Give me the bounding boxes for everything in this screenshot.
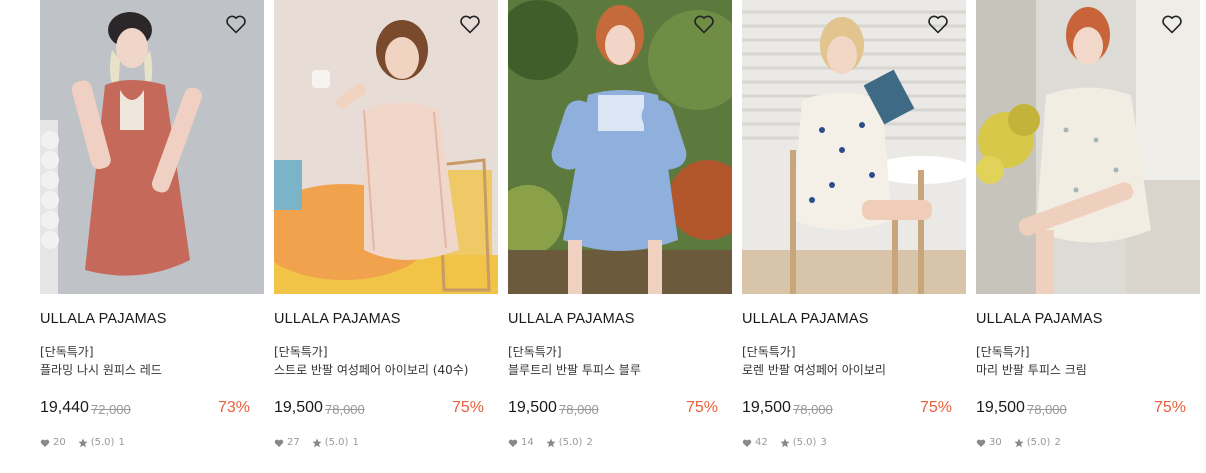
sale-price: 19,500 bbox=[274, 399, 323, 416]
product-card[interactable]: ULLALA PAJAMAS [단독특가] 로렌 반팔 여성페어 아이보리 19… bbox=[742, 0, 966, 473]
promo-tag: [단독특가] bbox=[508, 345, 562, 359]
brand-name[interactable]: ULLALA PAJAMAS bbox=[742, 311, 869, 327]
product-stats: 42 (5.0) 3 bbox=[742, 437, 827, 448]
rating-score: (5.0) bbox=[324, 437, 349, 448]
rating-score: (5.0) bbox=[1026, 437, 1051, 448]
product-card[interactable]: ULLALA PAJAMAS [단독특가] 스트로 반팔 여성페어 아이보리 (… bbox=[274, 0, 498, 473]
like-count: 20 bbox=[53, 437, 66, 448]
promo-tag: [단독특가] bbox=[274, 345, 328, 359]
heart-icon bbox=[742, 438, 752, 448]
review-count: 1 bbox=[352, 437, 359, 448]
product-photo bbox=[274, 0, 498, 294]
original-price: 78,000 bbox=[1027, 402, 1067, 417]
product-stats: 27 (5.0) 1 bbox=[274, 437, 359, 448]
wishlist-button[interactable] bbox=[458, 12, 482, 36]
original-price: 78,000 bbox=[559, 402, 599, 417]
heart-icon bbox=[274, 438, 284, 448]
product-image[interactable] bbox=[976, 0, 1200, 294]
brand-name[interactable]: ULLALA PAJAMAS bbox=[274, 311, 401, 327]
heart-outline-icon bbox=[1162, 15, 1182, 34]
promo-tag: [단독특가] bbox=[40, 345, 94, 359]
sale-price: 19,500 bbox=[508, 399, 557, 416]
heart-icon bbox=[508, 438, 518, 448]
brand-name[interactable]: ULLALA PAJAMAS bbox=[508, 311, 635, 327]
review-count: 3 bbox=[820, 437, 827, 448]
original-price: 78,000 bbox=[325, 402, 365, 417]
discount-rate: 73% bbox=[217, 399, 250, 416]
star-icon bbox=[546, 438, 556, 448]
product-card[interactable]: ULLALA PAJAMAS [단독특가] 블루트리 반팔 투피스 블루 19,… bbox=[508, 0, 732, 473]
rating-score: (5.0) bbox=[90, 437, 115, 448]
brand-name[interactable]: ULLALA PAJAMAS bbox=[976, 311, 1103, 327]
product-photo bbox=[508, 0, 732, 294]
review-count: 1 bbox=[118, 437, 125, 448]
review-count: 2 bbox=[1054, 437, 1061, 448]
discount-rate: 75% bbox=[685, 399, 718, 416]
product-grid: ULLALA PAJAMAS [단독특가] 플라밍 나시 원피스 레드 19,4… bbox=[0, 0, 1206, 473]
sale-price: 19,440 bbox=[40, 399, 89, 416]
original-price: 78,000 bbox=[793, 402, 833, 417]
like-count: 42 bbox=[755, 437, 768, 448]
product-image[interactable] bbox=[742, 0, 966, 294]
star-icon bbox=[78, 438, 88, 448]
product-name[interactable]: 마리 반팔 투피스 크림 bbox=[976, 361, 1087, 378]
product-card[interactable]: ULLALA PAJAMAS [단독특가] 플라밍 나시 원피스 레드 19,4… bbox=[40, 0, 264, 473]
sale-price: 19,500 bbox=[976, 399, 1025, 416]
product-stats: 14 (5.0) 2 bbox=[508, 437, 593, 448]
star-icon bbox=[780, 438, 790, 448]
star-icon bbox=[1014, 438, 1024, 448]
product-image[interactable] bbox=[508, 0, 732, 294]
promo-tag: [단독특가] bbox=[742, 345, 796, 359]
product-name[interactable]: 스트로 반팔 여성페어 아이보리 (40수) bbox=[274, 361, 468, 378]
heart-outline-icon bbox=[226, 15, 246, 34]
promo-tag: [단독특가] bbox=[976, 345, 1030, 359]
product-name[interactable]: 블루트리 반팔 투피스 블루 bbox=[508, 361, 641, 378]
rating-score: (5.0) bbox=[558, 437, 583, 448]
discount-rate: 75% bbox=[1153, 399, 1186, 416]
brand-name[interactable]: ULLALA PAJAMAS bbox=[40, 311, 167, 327]
product-photo bbox=[742, 0, 966, 294]
review-count: 2 bbox=[586, 437, 593, 448]
wishlist-button[interactable] bbox=[1160, 12, 1184, 36]
sale-price: 19,500 bbox=[742, 399, 791, 416]
product-image[interactable] bbox=[40, 0, 264, 294]
product-photo bbox=[976, 0, 1200, 294]
product-name[interactable]: 로렌 반팔 여성페어 아이보리 bbox=[742, 361, 886, 378]
product-stats: 30 (5.0) 2 bbox=[976, 437, 1061, 448]
original-price: 72,000 bbox=[91, 402, 131, 417]
wishlist-button[interactable] bbox=[926, 12, 950, 36]
discount-rate: 75% bbox=[919, 399, 952, 416]
product-photo bbox=[40, 0, 264, 294]
wishlist-button[interactable] bbox=[692, 12, 716, 36]
discount-rate: 75% bbox=[451, 399, 484, 416]
product-image[interactable] bbox=[274, 0, 498, 294]
heart-icon bbox=[976, 438, 986, 448]
like-count: 27 bbox=[287, 437, 300, 448]
product-stats: 20 (5.0) 1 bbox=[40, 437, 125, 448]
wishlist-button[interactable] bbox=[224, 12, 248, 36]
heart-icon bbox=[40, 438, 50, 448]
star-icon bbox=[312, 438, 322, 448]
product-card[interactable]: ULLALA PAJAMAS [단독특가] 마리 반팔 투피스 크림 19,50… bbox=[976, 0, 1200, 473]
heart-outline-icon bbox=[460, 15, 480, 34]
like-count: 30 bbox=[989, 437, 1002, 448]
product-name[interactable]: 플라밍 나시 원피스 레드 bbox=[40, 361, 162, 378]
heart-outline-icon bbox=[928, 15, 948, 34]
rating-score: (5.0) bbox=[792, 437, 817, 448]
like-count: 14 bbox=[521, 437, 534, 448]
heart-outline-icon bbox=[694, 15, 714, 34]
